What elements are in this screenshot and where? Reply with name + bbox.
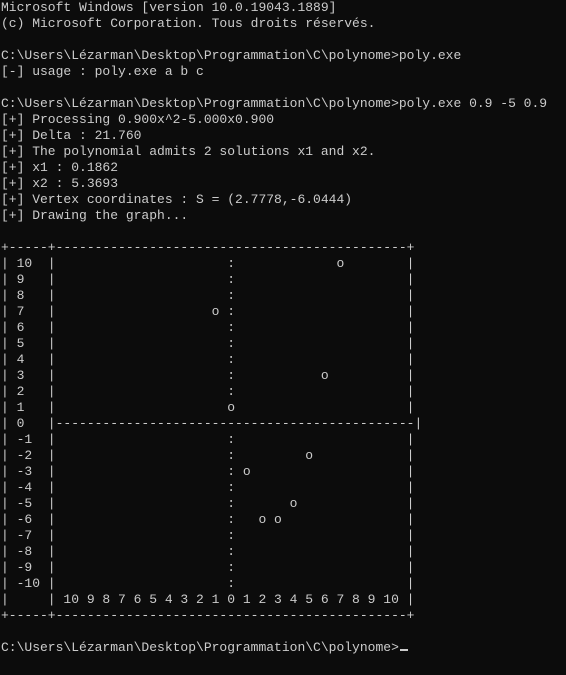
graph-line: | -5 | : o | — [1, 496, 415, 511]
graph-line: | -3 | : o | — [1, 464, 415, 479]
console-line: [+] The polynomial admits 2 solutions x1… — [1, 144, 376, 159]
graph-line: | 8 | : | — [1, 288, 415, 303]
console-line: C:\Users\Lézarman\Desktop\Programmation\… — [1, 96, 548, 111]
text-cursor — [399, 649, 408, 651]
graph-line: | -9 | : | — [1, 560, 415, 575]
graph-line: +-----+---------------------------------… — [1, 240, 415, 255]
graph-line: | 9 | : | — [1, 272, 415, 287]
graph-line: | -1 | : | — [1, 432, 415, 447]
graph-line: | -6 | : o o | — [1, 512, 415, 527]
graph-line: | -7 | : | — [1, 528, 415, 543]
console-line: [-] usage : poly.exe a b c — [1, 64, 204, 79]
graph-line: | 6 | : | — [1, 320, 415, 335]
graph-line: | 7 | o : | — [1, 304, 415, 319]
console-line: (c) Microsoft Corporation. Tous droits r… — [1, 16, 376, 31]
console-window[interactable]: Microsoft Windows [version 10.0.19043.18… — [0, 0, 566, 675]
graph-line: | 10 | : o | — [1, 256, 415, 271]
graph-line: | 3 | : o | — [1, 368, 415, 383]
graph-line: | -8 | : | — [1, 544, 415, 559]
prompt-line[interactable]: C:\Users\Lézarman\Desktop\Programmation\… — [1, 640, 566, 656]
console-line: [+] x1 : 0.1862 — [1, 160, 119, 175]
graph-line: | | 10 9 8 7 6 5 4 3 2 1 0 1 2 3 4 5 6 7… — [1, 592, 415, 607]
prompt-text: C:\Users\Lézarman\Desktop\Programmation\… — [1, 640, 399, 655]
console-line: [+] Processing 0.900x^2-5.000x0.900 — [1, 112, 275, 127]
graph-line: | -2 | : o | — [1, 448, 415, 463]
graph-line: | 2 | : | — [1, 384, 415, 399]
console-line: [+] x2 : 5.3693 — [1, 176, 119, 191]
graph-line: | 1 | o | — [1, 400, 415, 415]
console-line: Microsoft Windows [version 10.0.19043.18… — [1, 0, 337, 15]
graph-line: | -4 | : | — [1, 480, 415, 495]
graph-line: | -10 | : | — [1, 576, 415, 591]
console-line: [+] Vertex coordinates : S = (2.7778,-6.… — [1, 192, 353, 207]
graph-line: +-----+---------------------------------… — [1, 608, 415, 623]
graph-line: | 0 |-----------------------------------… — [1, 416, 423, 431]
console-line: [+] Delta : 21.760 — [1, 128, 142, 143]
console-line: C:\Users\Lézarman\Desktop\Programmation\… — [1, 48, 462, 63]
graph-line: | 4 | : | — [1, 352, 415, 367]
graph-line: | 5 | : | — [1, 336, 415, 351]
console-line: [+] Drawing the graph... — [1, 208, 189, 223]
